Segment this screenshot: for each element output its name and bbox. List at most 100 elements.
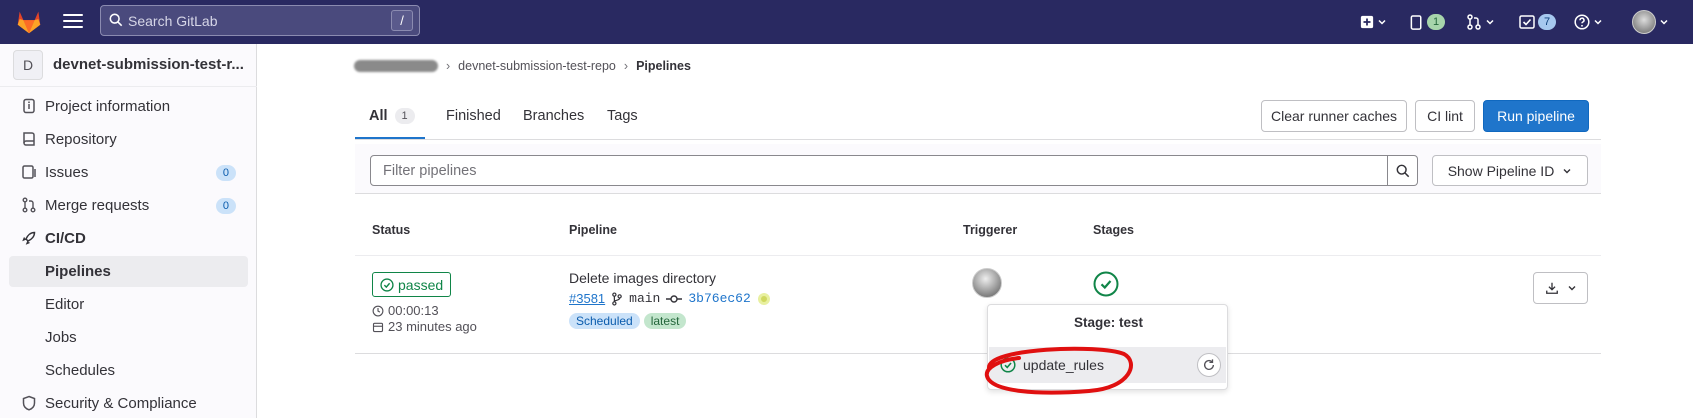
sidebar-item-pipelines[interactable]: Pipelines	[9, 256, 248, 287]
tab-count-badge: 1	[394, 108, 415, 124]
triggerer-avatar[interactable]	[972, 268, 1002, 298]
sidebar-item-repository[interactable]: Repository	[9, 124, 248, 155]
retry-job-button[interactable]	[1197, 353, 1221, 377]
chevron-down-icon	[1660, 19, 1668, 25]
tab-label: Finished	[446, 108, 501, 124]
filter-bar: Show Pipeline ID	[355, 144, 1601, 194]
search-shortcut-key: /	[391, 10, 413, 31]
red-circle-annotation	[984, 346, 1133, 395]
breadcrumb-separator: ›	[446, 59, 451, 73]
chevron-down-icon	[1568, 286, 1575, 291]
help-button[interactable]	[1574, 10, 1603, 34]
menu-icon[interactable]	[63, 12, 83, 30]
shield-icon	[22, 395, 36, 411]
breadcrumb-repo[interactable]: devnet-submission-test-repo	[458, 59, 616, 73]
column-header-status: Status	[372, 223, 411, 237]
create-new-button[interactable]	[1360, 10, 1387, 34]
commit-sha-link[interactable]: 3b76ec62	[688, 291, 750, 306]
search-icon	[109, 13, 123, 27]
breadcrumb-current[interactable]: Pipelines	[636, 59, 691, 73]
sidebar-item-ci-cd[interactable]: CI/CD	[9, 223, 248, 254]
sidebar-item-schedules[interactable]: Schedules	[9, 355, 248, 386]
issues-button[interactable]: 1	[1410, 10, 1446, 34]
run-pipeline-button[interactable]: Run pipeline	[1483, 100, 1589, 132]
pipeline-finished-time: 23 minutes ago	[372, 319, 477, 334]
issues-icon	[22, 165, 36, 179]
sidebar-item-jobs[interactable]: Jobs	[9, 322, 248, 353]
user-menu-button[interactable]	[1632, 10, 1669, 34]
breadcrumb: › devnet-submission-test-repo › Pipeline…	[354, 59, 691, 73]
pipeline-id-link[interactable]: #3581	[569, 291, 605, 306]
tab-label: All	[369, 108, 388, 124]
retry-icon	[1203, 359, 1215, 370]
project-name: devnet-submission-test-r...	[53, 56, 244, 73]
gitlab-logo-icon[interactable]	[14, 6, 44, 36]
pipeline-tags: Scheduled latest	[569, 313, 687, 329]
tab-label: Tags	[607, 108, 638, 124]
sidebar-item-label: CI/CD	[45, 230, 86, 247]
chevron-down-icon	[1594, 19, 1602, 25]
download-artifacts-dropdown[interactable]	[1533, 272, 1588, 304]
clock-icon	[372, 305, 384, 316]
sidebar-item-issues[interactable]: Issues 0	[9, 157, 248, 188]
merge-requests-count-badge: 0	[215, 198, 236, 214]
tab-label: Branches	[523, 108, 585, 124]
todo-check-icon	[1519, 15, 1535, 29]
tab-branches[interactable]: Branches	[523, 108, 584, 124]
issues-count-badge: 0	[215, 165, 236, 181]
pipeline-refs: #3581 main 3b76ec62	[569, 291, 771, 306]
tab-finished[interactable]: Finished	[446, 108, 501, 124]
pipeline-commit-title[interactable]: Delete images directory	[569, 270, 716, 286]
search-placeholder: Search GitLab	[128, 13, 218, 29]
status-success-icon	[380, 277, 394, 292]
sidebar-item-merge-requests[interactable]: Merge requests 0	[9, 190, 248, 221]
breadcrumb-redacted-namespace[interactable]	[354, 60, 438, 72]
branch-icon	[612, 291, 622, 306]
dropdown-label: Show Pipeline ID	[1447, 162, 1555, 179]
todos-button[interactable]: 7	[1519, 10, 1557, 34]
merge-requests-button[interactable]	[1466, 10, 1495, 34]
filter-search-button[interactable]	[1388, 155, 1418, 186]
tab-all[interactable]: All 1	[369, 108, 415, 124]
sidebar-item-label: Schedules	[45, 362, 116, 379]
breadcrumb-separator: ›	[623, 59, 629, 73]
show-pipeline-id-dropdown[interactable]: Show Pipeline ID	[1432, 155, 1588, 186]
plus-square-icon	[1360, 15, 1374, 29]
table-row-bottom-border	[355, 353, 1601, 354]
todos-count-badge: 7	[1538, 14, 1557, 30]
pipeline-status-badge[interactable]: passed	[372, 272, 452, 297]
finished-text: 23 minutes ago	[388, 319, 477, 334]
sidebar-item-label: Security & Compliance	[45, 395, 197, 412]
sidebar-item-label: Jobs	[45, 329, 77, 346]
question-icon	[1574, 14, 1590, 30]
clear-runner-caches-button[interactable]: Clear runner caches	[1261, 100, 1407, 132]
active-tab-indicator	[355, 137, 425, 139]
sidebar-item-label: Pipelines	[45, 263, 111, 280]
column-header-stages: Stages	[1093, 223, 1134, 237]
calendar-icon	[372, 322, 384, 332]
search-icon	[1396, 164, 1409, 177]
sidebar-item-project-information[interactable]: Project information	[9, 91, 248, 122]
top-bar: Search GitLab / 1 7	[0, 0, 1693, 44]
tab-tags[interactable]: Tags	[607, 108, 638, 124]
ci-lint-button[interactable]: CI lint	[1415, 100, 1475, 132]
sidebar-item-security-compliance[interactable]: Security & Compliance	[9, 388, 248, 418]
sidebar: D devnet-submission-test-r... Project in…	[0, 44, 257, 418]
sidebar-item-label: Editor	[45, 296, 85, 313]
sidebar-item-label: Project information	[45, 98, 171, 115]
latest-badge: latest	[643, 313, 687, 329]
pipeline-duration: 00:00:13	[372, 303, 439, 318]
project-header[interactable]: D devnet-submission-test-r...	[0, 44, 257, 87]
issues-count-badge: 1	[1427, 14, 1446, 30]
commit-icon	[666, 294, 683, 303]
sidebar-item-editor[interactable]: Editor	[9, 289, 248, 320]
column-header-triggerer: Triggerer	[963, 223, 1018, 237]
scheduled-badge: Scheduled	[569, 313, 640, 329]
stage-test-success-icon[interactable]	[1093, 271, 1119, 297]
status-label: passed	[398, 276, 444, 293]
filter-pipelines-input[interactable]	[370, 155, 1388, 186]
search-box[interactable]: Search GitLab /	[100, 5, 420, 36]
branch-name[interactable]: main	[629, 291, 660, 306]
sidebar-item-label: Repository	[45, 131, 117, 148]
commit-author-avatar-icon[interactable]	[757, 292, 771, 306]
